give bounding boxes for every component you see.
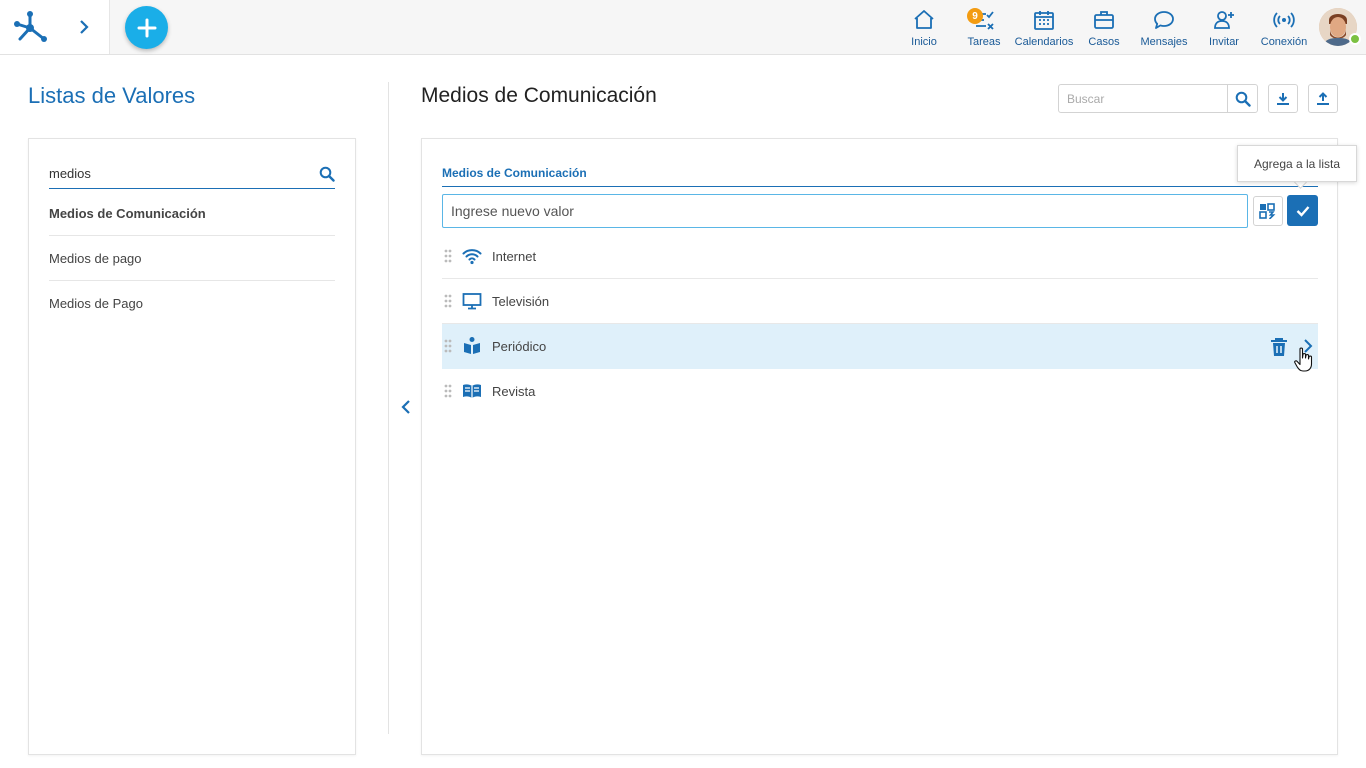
upload-icon xyxy=(1317,91,1329,105)
nav-inicio[interactable]: Inicio xyxy=(892,8,956,48)
list-item[interactable]: Internet xyxy=(442,234,1318,279)
broadcast-icon xyxy=(1273,12,1295,28)
icon-picker-icon xyxy=(1259,203,1276,219)
plus-icon xyxy=(137,18,156,37)
nav-label: Conexión xyxy=(1260,36,1308,48)
chevron-right-icon xyxy=(80,20,89,34)
home-icon xyxy=(914,10,934,29)
nav-calendarios[interactable]: Calendarios xyxy=(1012,8,1076,48)
top-bar: Inicio Tareas 9 Calendarios Casos Mensaj… xyxy=(0,0,1366,55)
chat-icon xyxy=(1154,11,1174,29)
page-title: Medios de Comunicación xyxy=(421,84,657,107)
add-new-button[interactable] xyxy=(125,6,168,49)
list-values-card: Medios de Comunicación Ingrese nuevo val… xyxy=(421,138,1338,755)
icon-picker-button[interactable] xyxy=(1253,196,1283,226)
list-item-label: Internet xyxy=(492,249,537,264)
search-button[interactable] xyxy=(1227,84,1258,113)
sidebar-title: Listas de Valores xyxy=(28,83,196,108)
new-value-input[interactable]: Ingrese nuevo valor xyxy=(442,194,1248,228)
nav-tareas[interactable]: Tareas 9 xyxy=(952,8,1016,48)
list-item-selected[interactable]: Periódico xyxy=(442,324,1318,369)
sidebar-item-medios-de-pago-2[interactable]: Medios de Pago xyxy=(49,281,335,326)
download-button[interactable] xyxy=(1268,84,1298,113)
drag-handle-icon[interactable] xyxy=(444,339,452,353)
monitor-icon xyxy=(462,293,482,310)
briefcase-icon xyxy=(1094,11,1114,29)
calendar-icon xyxy=(1034,11,1054,30)
section-underline xyxy=(442,186,1318,187)
search-input[interactable]: Buscar xyxy=(1058,84,1228,113)
app-logo-icon[interactable] xyxy=(12,9,48,45)
open-book-icon xyxy=(463,384,481,398)
panel-divider xyxy=(388,82,389,734)
search-icon xyxy=(1235,91,1251,107)
nav-label: Invitar xyxy=(1209,36,1239,48)
download-icon xyxy=(1277,92,1289,105)
hand-cursor-icon xyxy=(1294,347,1313,372)
nav-label: Mensajes xyxy=(1140,36,1188,48)
online-status-indicator xyxy=(1349,33,1361,45)
sidebar-item-label: Medios de pago xyxy=(49,250,142,266)
drag-handle-icon[interactable] xyxy=(444,249,452,263)
nav-label: Casos xyxy=(1088,36,1120,48)
sidebar-item-label: Medios de Comunicación xyxy=(49,205,206,221)
reader-icon xyxy=(464,337,480,354)
add-to-list-tooltip: Agrega a la lista xyxy=(1237,145,1357,182)
nav-label: Inicio xyxy=(911,36,937,48)
list-item-label: Televisión xyxy=(492,294,550,309)
search-icon[interactable] xyxy=(319,166,335,182)
nav-label: Tareas xyxy=(967,36,1001,48)
nav-label: Calendarios xyxy=(1014,36,1074,48)
sidebar-item-medios-de-pago[interactable]: Medios de pago xyxy=(49,236,335,281)
nav-conexion[interactable]: Conexión xyxy=(1252,8,1316,48)
check-icon xyxy=(1296,205,1309,217)
invite-icon xyxy=(1214,11,1234,29)
drag-handle-icon[interactable] xyxy=(444,294,452,308)
list-item-label: Periódico xyxy=(492,339,547,354)
wifi-icon xyxy=(462,249,482,265)
nav-invitar[interactable]: Invitar xyxy=(1192,8,1256,48)
sidebar-item-label: Medios de Pago xyxy=(49,296,143,311)
nav-mensajes[interactable]: Mensajes xyxy=(1132,8,1196,48)
list-section-label: Medios de Comunicación xyxy=(442,166,587,180)
value-lists-panel: medios Medios de Comunicación Medios de … xyxy=(28,138,356,755)
list-item[interactable]: Revista xyxy=(442,369,1318,414)
list-search-field[interactable]: medios xyxy=(49,161,335,189)
list-search-input[interactable]: medios xyxy=(49,166,91,181)
expand-menu-button[interactable] xyxy=(72,15,96,39)
drag-handle-icon[interactable] xyxy=(444,384,452,398)
chevron-left-icon xyxy=(401,400,410,414)
sidebar-item-medios-de-comunicacion[interactable]: Medios de Comunicación xyxy=(49,191,335,236)
collapse-sidebar-button[interactable] xyxy=(398,398,414,416)
nav-casos[interactable]: Casos xyxy=(1072,8,1136,48)
trash-icon[interactable] xyxy=(1270,337,1288,357)
logo-area xyxy=(0,0,110,54)
list-item[interactable]: Televisión xyxy=(442,279,1318,324)
tasks-count-badge: 9 xyxy=(967,8,983,24)
list-item-label: Revista xyxy=(492,384,536,399)
upload-button[interactable] xyxy=(1308,84,1338,113)
add-to-list-button[interactable] xyxy=(1287,195,1318,226)
